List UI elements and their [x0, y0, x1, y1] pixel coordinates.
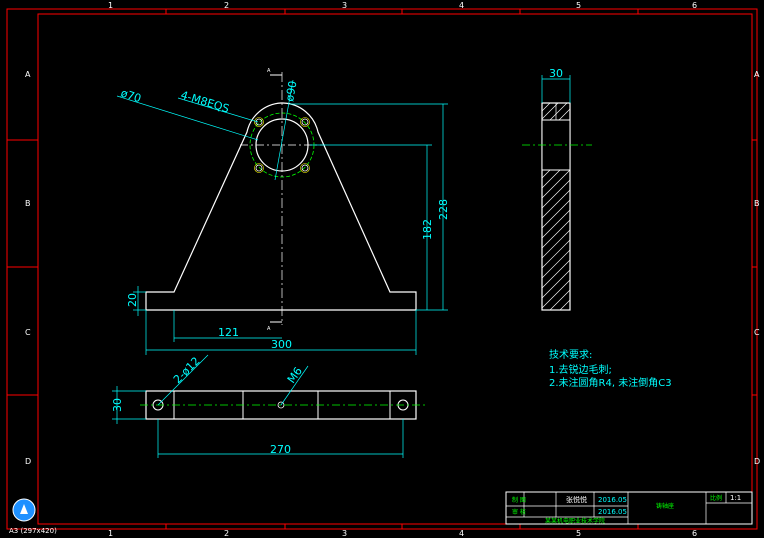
zone-row-d-right: D	[754, 457, 760, 466]
zone-col-2: 2	[224, 1, 229, 10]
tb-part-name: 铸轴座	[656, 502, 674, 510]
tb-scale-label: 比例	[710, 494, 722, 502]
tech-notes-line-1: 1.去锐边毛刺;	[549, 363, 612, 376]
tb-date-2: 2016.05	[598, 508, 627, 516]
zone-col-3-bottom: 3	[342, 529, 347, 538]
dim-2-d12: 2-ø12	[171, 355, 203, 387]
tech-notes: 技术要求: 1.去锐边毛刺; 2.未注圆角R4, 未注倒角C3	[549, 348, 672, 389]
dim-182: 182	[421, 219, 434, 240]
zone-col-3: 3	[342, 1, 347, 10]
dim-top-30: 30	[111, 398, 124, 412]
side-view: 30	[522, 67, 592, 311]
bracket-outline	[145, 102, 417, 311]
zone-row-a-right: A	[754, 70, 760, 79]
section-label-bottom: A	[267, 326, 271, 332]
tb-label-draw: 制 图	[512, 496, 526, 504]
top-dimension-lines	[112, 354, 404, 458]
front-dimension-lines	[116, 79, 448, 355]
dim-side-30: 30	[549, 67, 563, 80]
dim-d70: ø70	[119, 86, 143, 105]
section-label-top: A	[267, 68, 271, 74]
zone-row-c-right: C	[754, 328, 760, 337]
zone-col-5: 5	[576, 1, 581, 10]
dim-270: 270	[270, 443, 291, 456]
outer-frame	[6, 8, 758, 530]
title-block: 制 图 审 核 张悦悦 2016.05 2016.05 铸轴座 比例 1:1 某…	[505, 491, 753, 525]
zone-row-b: B	[25, 199, 31, 208]
zone-col-4: 4	[459, 1, 464, 10]
tb-scale: 1:1	[730, 494, 741, 502]
zone-col-6-bottom: 6	[692, 529, 697, 538]
dim-4-m8eqs: 4-M8EQS	[179, 88, 231, 115]
sheet-size-label: A3 (297x420)	[9, 527, 57, 535]
zone-row-b-right: B	[754, 199, 760, 208]
zone-col-1: 1	[108, 1, 113, 10]
zone-col-6: 6	[692, 1, 697, 10]
zone-ticks	[7, 9, 757, 529]
tech-notes-title: 技术要求:	[549, 348, 592, 361]
dim-300: 300	[271, 338, 292, 351]
dim-121: 121	[218, 326, 239, 339]
zone-col-4-bottom: 4	[459, 529, 464, 538]
inner-frame	[37, 13, 753, 525]
tb-date-1: 2016.05	[598, 496, 627, 504]
front-view: A A ø70 4-M8EQS ø90 228 182 20 121 300	[116, 68, 450, 355]
tb-school: 某某机电职业技术学院	[545, 517, 605, 525]
tb-drafter: 张悦悦	[566, 495, 587, 504]
logo	[12, 498, 36, 522]
dim-d90: ø90	[283, 80, 299, 103]
zone-labels: 1 2 3 4 5 6 1 2 3 4 5 6 A B C D A B C D	[25, 1, 760, 538]
zone-row-d: D	[25, 457, 31, 466]
top-view: 2-ø12 M6 30 270	[111, 355, 425, 458]
tech-notes-line-2: 2.未注圆角R4, 未注倒角C3	[549, 376, 672, 389]
zone-col-1-bottom: 1	[108, 529, 113, 538]
zone-col-2-bottom: 2	[224, 529, 229, 538]
dim-20: 20	[126, 293, 139, 307]
zone-row-c: C	[25, 328, 31, 337]
zone-row-a: A	[25, 70, 31, 79]
drawing-sheet: 1 2 3 4 5 6 1 2 3 4 5 6 A B C D A B C D	[6, 1, 760, 538]
dim-m6: M6	[285, 365, 305, 386]
dim-228: 228	[437, 199, 450, 220]
zone-col-5-bottom: 5	[576, 529, 581, 538]
tb-label-check: 审 核	[512, 508, 526, 516]
